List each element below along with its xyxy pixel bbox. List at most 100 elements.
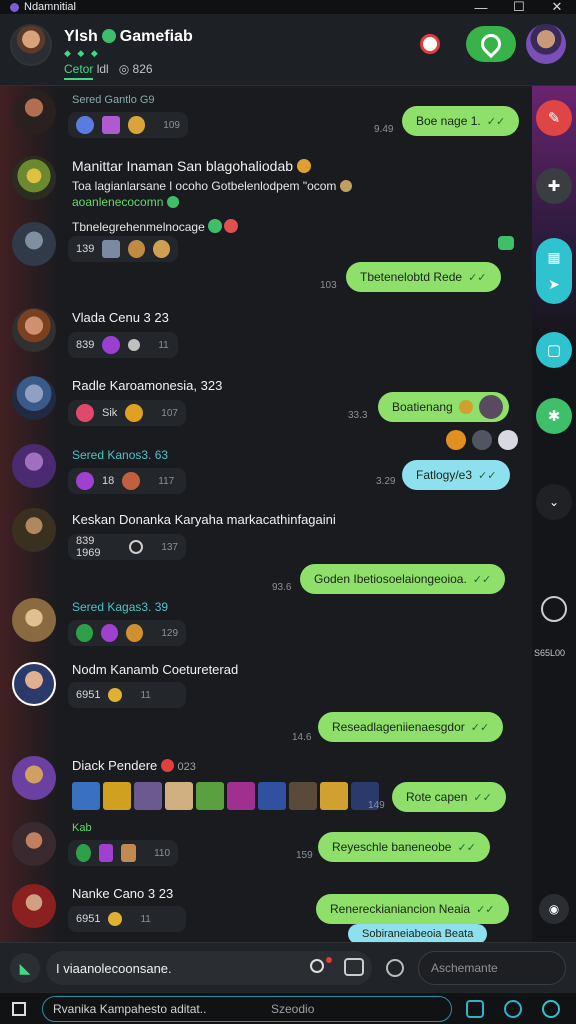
reaction-icon[interactable] [108, 688, 123, 702]
sender-avatar[interactable] [12, 884, 56, 928]
settings-icon[interactable] [542, 1000, 560, 1018]
start-icon[interactable] [12, 1002, 26, 1016]
reaction-icon[interactable] [108, 912, 123, 926]
reaction-icon[interactable] [128, 339, 141, 351]
user-avatar[interactable] [526, 24, 566, 64]
close-button[interactable]: ✕ [538, 0, 576, 14]
send-icon[interactable]: ➤ [548, 276, 560, 293]
reaction-row[interactable]: 6951 11 [68, 682, 186, 708]
reaction-row[interactable]: 839 11 [68, 332, 178, 358]
maximize-button[interactable]: ☐ [500, 0, 538, 14]
reaction-icon[interactable] [76, 844, 91, 862]
search-icon[interactable] [310, 959, 324, 973]
outgoing-bubble[interactable]: Renereckianiancion Neaia ✓✓ [316, 894, 509, 924]
sender-avatar[interactable] [12, 598, 56, 642]
reaction-icon[interactable] [76, 472, 94, 490]
message-time: 14.6 [292, 732, 312, 743]
title-bar: Ndamnitial — ☐ ✕ [0, 0, 576, 15]
chevron-down-icon[interactable]: ⌄ [536, 484, 572, 520]
reaction-icon[interactable] [76, 116, 94, 134]
media-thumbnail[interactable] [72, 782, 100, 810]
reaction-icon[interactable] [446, 430, 466, 450]
sender-avatar[interactable] [12, 822, 56, 866]
sender-avatar[interactable] [12, 156, 56, 200]
clock-icon[interactable] [504, 1000, 522, 1018]
circle-icon[interactable] [541, 596, 567, 622]
media-thumbnail[interactable] [258, 782, 286, 810]
message-time: 3.29 [376, 476, 396, 487]
chat-title-secondary: Gamefiab [119, 28, 193, 45]
media-thumbnail[interactable] [289, 782, 317, 810]
media-thumbnail[interactable] [134, 782, 162, 810]
media-thumbnail[interactable] [103, 782, 131, 810]
taskbar-search[interactable]: Rvanika Kampahesto aditat.. Szeodio [42, 996, 452, 1022]
sender-avatar[interactable] [12, 508, 56, 552]
reaction-icon[interactable] [121, 844, 137, 862]
grid-icon[interactable]: ▦ [547, 249, 560, 266]
media-thumbnail[interactable] [165, 782, 193, 810]
sender-avatar[interactable] [12, 222, 56, 266]
outgoing-bubble[interactable]: Reseadlageniienaesgdor ✓✓ [318, 712, 504, 742]
quick-actions[interactable]: ▦ ➤ [536, 238, 572, 304]
reaction-icon[interactable] [152, 240, 171, 258]
reaction-icon[interactable] [127, 240, 145, 258]
outgoing-bubble[interactable]: Sobiraneiabeoia Beata [348, 924, 488, 942]
lock-icon[interactable]: ◉ [539, 894, 569, 924]
reaction-icon[interactable] [498, 430, 518, 450]
reaction-icon[interactable] [102, 336, 121, 354]
outgoing-bubble[interactable]: Fatlogy/e3 ✓✓ [402, 460, 511, 490]
outgoing-bubble[interactable]: Goden Ibetiosoelaiongeoioa. ✓✓ [300, 564, 506, 594]
outgoing-bubble[interactable]: Boe nage 1. ✓✓ [402, 106, 520, 136]
reaction-icon[interactable] [127, 116, 146, 134]
minimize-button[interactable]: — [462, 0, 500, 15]
outgoing-bubble[interactable]: Reyeschle baneneobe ✓✓ [318, 832, 490, 862]
reaction-icon[interactable] [76, 404, 94, 422]
media-strip[interactable] [72, 782, 379, 810]
outgoing-bubble[interactable]: Boatienang [378, 392, 509, 422]
reaction-row[interactable]: 839 1969 137 [68, 534, 186, 560]
reaction-row[interactable]: 139 [68, 236, 178, 262]
reaction-icon[interactable] [102, 240, 120, 258]
apps-icon[interactable]: ◣ [10, 953, 40, 983]
reaction-row[interactable]: 129 [68, 620, 186, 646]
edit-icon[interactable]: ✎ [536, 100, 572, 136]
sender-avatar[interactable] [12, 308, 56, 352]
media-thumbnail[interactable] [196, 782, 224, 810]
media-thumbnail[interactable] [227, 782, 255, 810]
reaction-row[interactable]: 18 117 [68, 468, 186, 494]
reaction-icon[interactable] [98, 844, 114, 862]
reaction-row[interactable]: 110 [68, 840, 178, 866]
reaction-row[interactable]: Sik 107 [68, 400, 186, 426]
reaction-icon[interactable] [126, 624, 144, 642]
sender-avatar[interactable] [12, 444, 56, 488]
message-list[interactable]: Sered Gantlo G9 109 9.49 Boe nage 1. ✓✓ M… [0, 86, 532, 942]
reaction-icon[interactable] [125, 404, 144, 422]
reaction-row[interactable]: 6951 11 [68, 906, 186, 932]
message-time: 93.6 [272, 582, 292, 593]
reaction-icon[interactable] [76, 624, 94, 642]
record-button[interactable] [420, 34, 440, 54]
emoji-picker-icon[interactable] [386, 959, 404, 977]
outgoing-bubble[interactable]: Rote capen ✓✓ [392, 782, 506, 812]
sender-avatar[interactable] [12, 756, 56, 800]
lock-icon[interactable] [466, 1000, 484, 1018]
puzzle-icon[interactable]: ✚ [536, 168, 572, 204]
call-button[interactable] [466, 26, 516, 62]
reaction-icon[interactable] [101, 624, 119, 642]
sender-avatar[interactable] [12, 376, 56, 420]
sender-avatar[interactable] [12, 90, 56, 134]
reaction-icon[interactable] [101, 116, 120, 134]
read-ticks-icon: ✓✓ [457, 841, 476, 854]
search-input[interactable]: Aschemante [418, 951, 566, 985]
outgoing-bubble[interactable]: Tbetenelobtd Rede ✓✓ [346, 262, 501, 292]
star-icon[interactable]: ✱ [536, 398, 572, 434]
reaction-row[interactable]: 109 [68, 112, 188, 138]
chat-title[interactable]: Ylsh Gamefiab [64, 28, 193, 46]
contact-avatar[interactable] [10, 24, 52, 66]
square-icon[interactable]: ▢ [536, 332, 572, 368]
reaction-icon[interactable] [122, 472, 141, 490]
sender-avatar[interactable] [12, 662, 56, 706]
media-thumbnail[interactable] [320, 782, 348, 810]
camera-icon[interactable] [344, 958, 364, 976]
reaction-icon[interactable] [472, 430, 492, 450]
